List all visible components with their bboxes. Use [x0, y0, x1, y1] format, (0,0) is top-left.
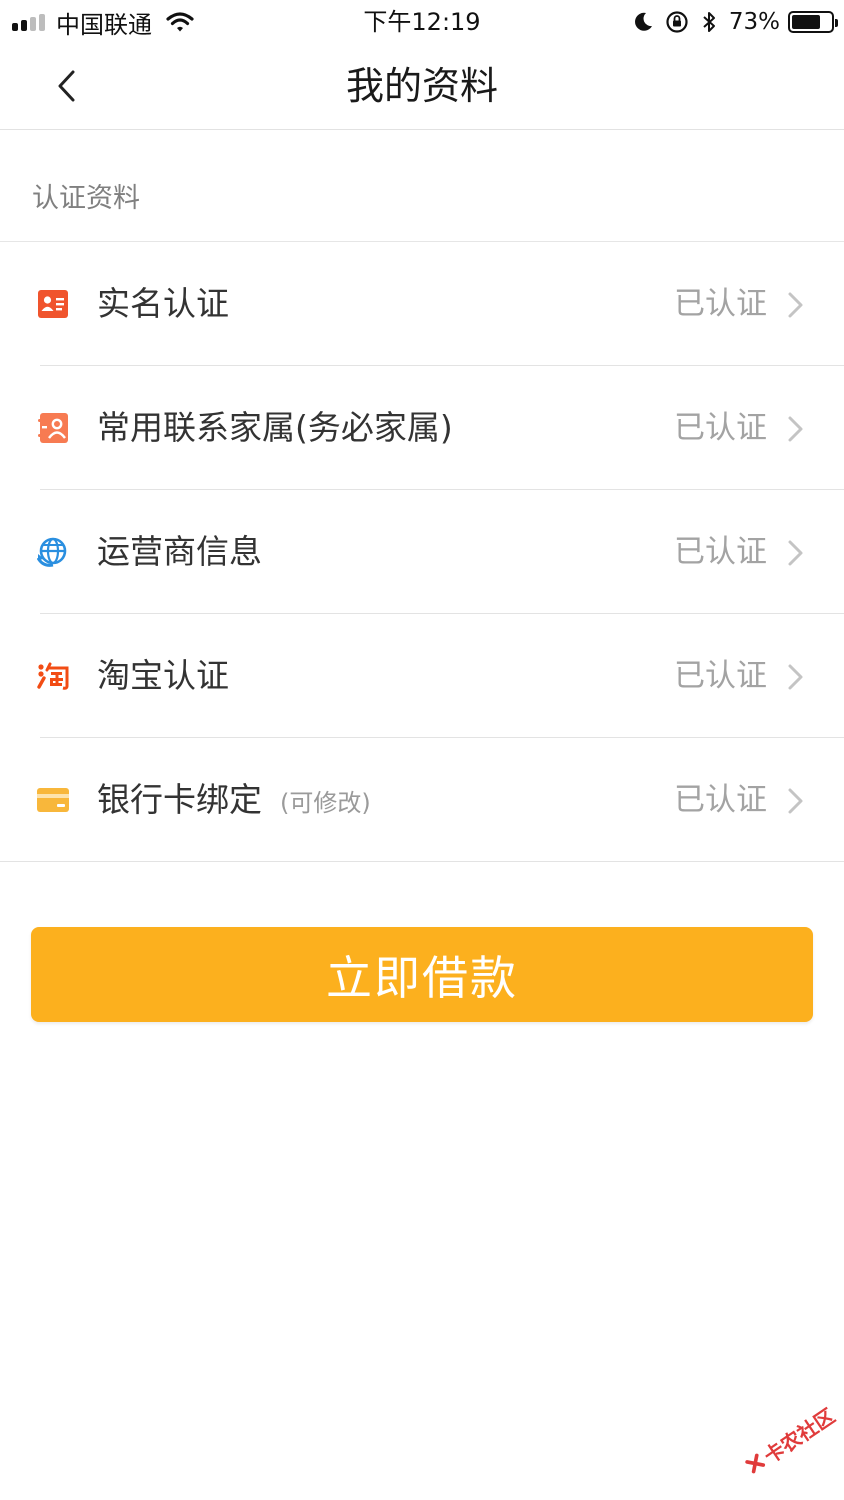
carrier-name: 中国联通: [56, 10, 152, 39]
status-bar: 中国联通 下午12:19 73%: [0, 0, 844, 44]
row-label: 实名认证: [97, 282, 247, 329]
list-item-family-contact[interactable]: 常用联系家属(务必家属) 已认证: [0, 366, 844, 490]
chevron-right-icon: [788, 292, 803, 318]
carrier-globe-icon: [37, 536, 69, 568]
watermark: 卡农社区: [732, 1387, 844, 1493]
page-title: 我的资料: [345, 64, 498, 108]
row-label-text: 银行卡绑定: [97, 780, 262, 819]
id-card-icon: [37, 288, 69, 320]
row-status: 已认证: [674, 410, 767, 446]
row-status: 已认证: [674, 534, 767, 570]
row-divider: [0, 861, 844, 862]
back-button[interactable]: [40, 60, 92, 112]
battery-icon: [788, 11, 838, 33]
row-label: 常用联系家属(务必家属): [97, 406, 471, 453]
chevron-right-icon: [788, 416, 803, 442]
taobao-icon: [37, 660, 69, 692]
bluetooth-icon: [703, 12, 715, 32]
navigation-bar: 我的资料: [0, 44, 844, 130]
row-note: (可修改): [280, 789, 371, 817]
moon-icon: [634, 12, 652, 31]
row-label-text: 淘宝认证: [97, 656, 229, 695]
row-label-text: 运营商信息: [97, 532, 262, 571]
watermark-text: 卡农社区: [759, 1403, 840, 1468]
status-left: 中国联通: [12, 6, 194, 39]
chevron-right-icon: [788, 540, 803, 566]
list-item-taobao[interactable]: 淘宝认证 已认证: [0, 614, 844, 738]
section-header: 认证资料: [0, 130, 844, 242]
status-right: 73%: [633, 6, 838, 38]
row-status: 已认证: [674, 286, 767, 322]
chevron-right-icon: [788, 788, 803, 814]
borrow-now-button[interactable]: 立即借款: [31, 927, 813, 1022]
bank-card-icon: [37, 784, 69, 816]
row-label: 淘宝认证: [97, 654, 247, 701]
row-label: 运营商信息: [97, 530, 280, 577]
row-label: 银行卡绑定 (可修改): [97, 778, 371, 825]
chevron-left-icon: [58, 70, 75, 102]
row-label-text: 常用联系家属(务必家属): [97, 408, 453, 447]
list-item-bank-card[interactable]: 银行卡绑定 (可修改) 已认证: [0, 738, 844, 862]
list-item-realname[interactable]: 实名认证 已认证: [0, 242, 844, 366]
chevron-right-icon: [788, 664, 803, 690]
row-label-text: 实名认证: [97, 284, 229, 323]
wifi-icon: [166, 12, 194, 32]
row-status: 已认证: [674, 658, 767, 694]
verification-list: 实名认证 已认证 常用联系家属(务必家属) 已认证 运营商信息 已认证 淘宝认证…: [0, 242, 844, 862]
battery-level-fill: [792, 15, 820, 29]
signal-strength-icon: [12, 13, 48, 31]
battery-percent: 73%: [728, 9, 780, 35]
list-item-carrier-info[interactable]: 运营商信息 已认证: [0, 490, 844, 614]
section-title: 认证资料: [32, 183, 140, 214]
orientation-lock-icon: [666, 11, 688, 33]
row-status: 已认证: [674, 782, 767, 818]
contacts-icon: [37, 412, 69, 444]
